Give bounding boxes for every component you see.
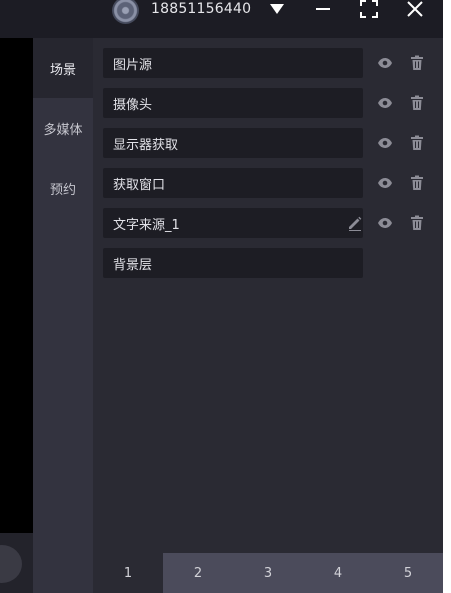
minimize-icon[interactable] <box>314 0 332 18</box>
tab-reservation[interactable]: 预约 <box>33 158 93 218</box>
fullscreen-icon[interactable] <box>360 0 378 18</box>
tab-multimedia-label: 多媒体 <box>43 122 83 138</box>
eye-icon[interactable] <box>377 55 393 71</box>
source-item-label: 显示器获取 <box>113 137 179 153</box>
tab-reservation-label: 预约 <box>49 182 76 198</box>
source-item-label: 获取窗口 <box>113 177 166 193</box>
source-item-label: 摄像头 <box>113 97 153 113</box>
pencil-icon[interactable] <box>347 215 363 231</box>
page-button-3[interactable]: 3 <box>258 566 278 581</box>
eye-icon[interactable] <box>377 95 393 111</box>
trash-icon[interactable] <box>409 95 425 111</box>
avatar[interactable] <box>112 0 139 24</box>
tab-scene-label: 场景 <box>49 62 76 78</box>
page-button-2[interactable]: 2 <box>188 566 208 581</box>
page-button-5[interactable]: 5 <box>398 566 418 581</box>
title-bar: 18851156440 <box>0 0 443 38</box>
eye-icon[interactable] <box>377 175 393 191</box>
source-item[interactable]: 获取窗口 <box>103 168 363 198</box>
tab-multimedia[interactable]: 多媒体 <box>33 98 93 158</box>
source-item-label: 背景层 <box>113 257 153 273</box>
tab-scene[interactable]: 场景 <box>33 38 93 98</box>
username-label: 18851156440 <box>151 1 252 17</box>
trash-icon[interactable] <box>409 135 425 151</box>
eye-icon[interactable] <box>377 215 393 231</box>
trash-icon[interactable] <box>409 215 425 231</box>
close-icon[interactable] <box>406 0 424 18</box>
source-item[interactable]: 文字来源_1 <box>103 208 363 238</box>
category-sidebar: 场景 多媒体 预约 <box>33 38 93 593</box>
source-item[interactable]: 显示器获取 <box>103 128 363 158</box>
source-item-label: 图片源 <box>113 57 153 73</box>
eye-icon[interactable] <box>377 135 393 151</box>
trash-icon[interactable] <box>409 55 425 71</box>
page-button-1[interactable]: 1 <box>118 566 138 581</box>
trash-icon[interactable] <box>409 175 425 191</box>
page-button-4[interactable]: 4 <box>328 566 348 581</box>
dropdown-triangle-icon[interactable] <box>268 0 286 18</box>
source-item[interactable]: 背景层 <box>103 248 363 278</box>
preview-canvas[interactable] <box>0 38 33 533</box>
source-item[interactable]: 摄像头 <box>103 88 363 118</box>
source-item-label: 文字来源_1 <box>113 217 180 233</box>
window-edge <box>443 0 451 593</box>
source-item[interactable]: 图片源 <box>103 48 363 78</box>
source-list-panel: 图片源 摄像头 显示器获取 获取窗口 文字来源_1 背景层 <box>93 38 443 593</box>
